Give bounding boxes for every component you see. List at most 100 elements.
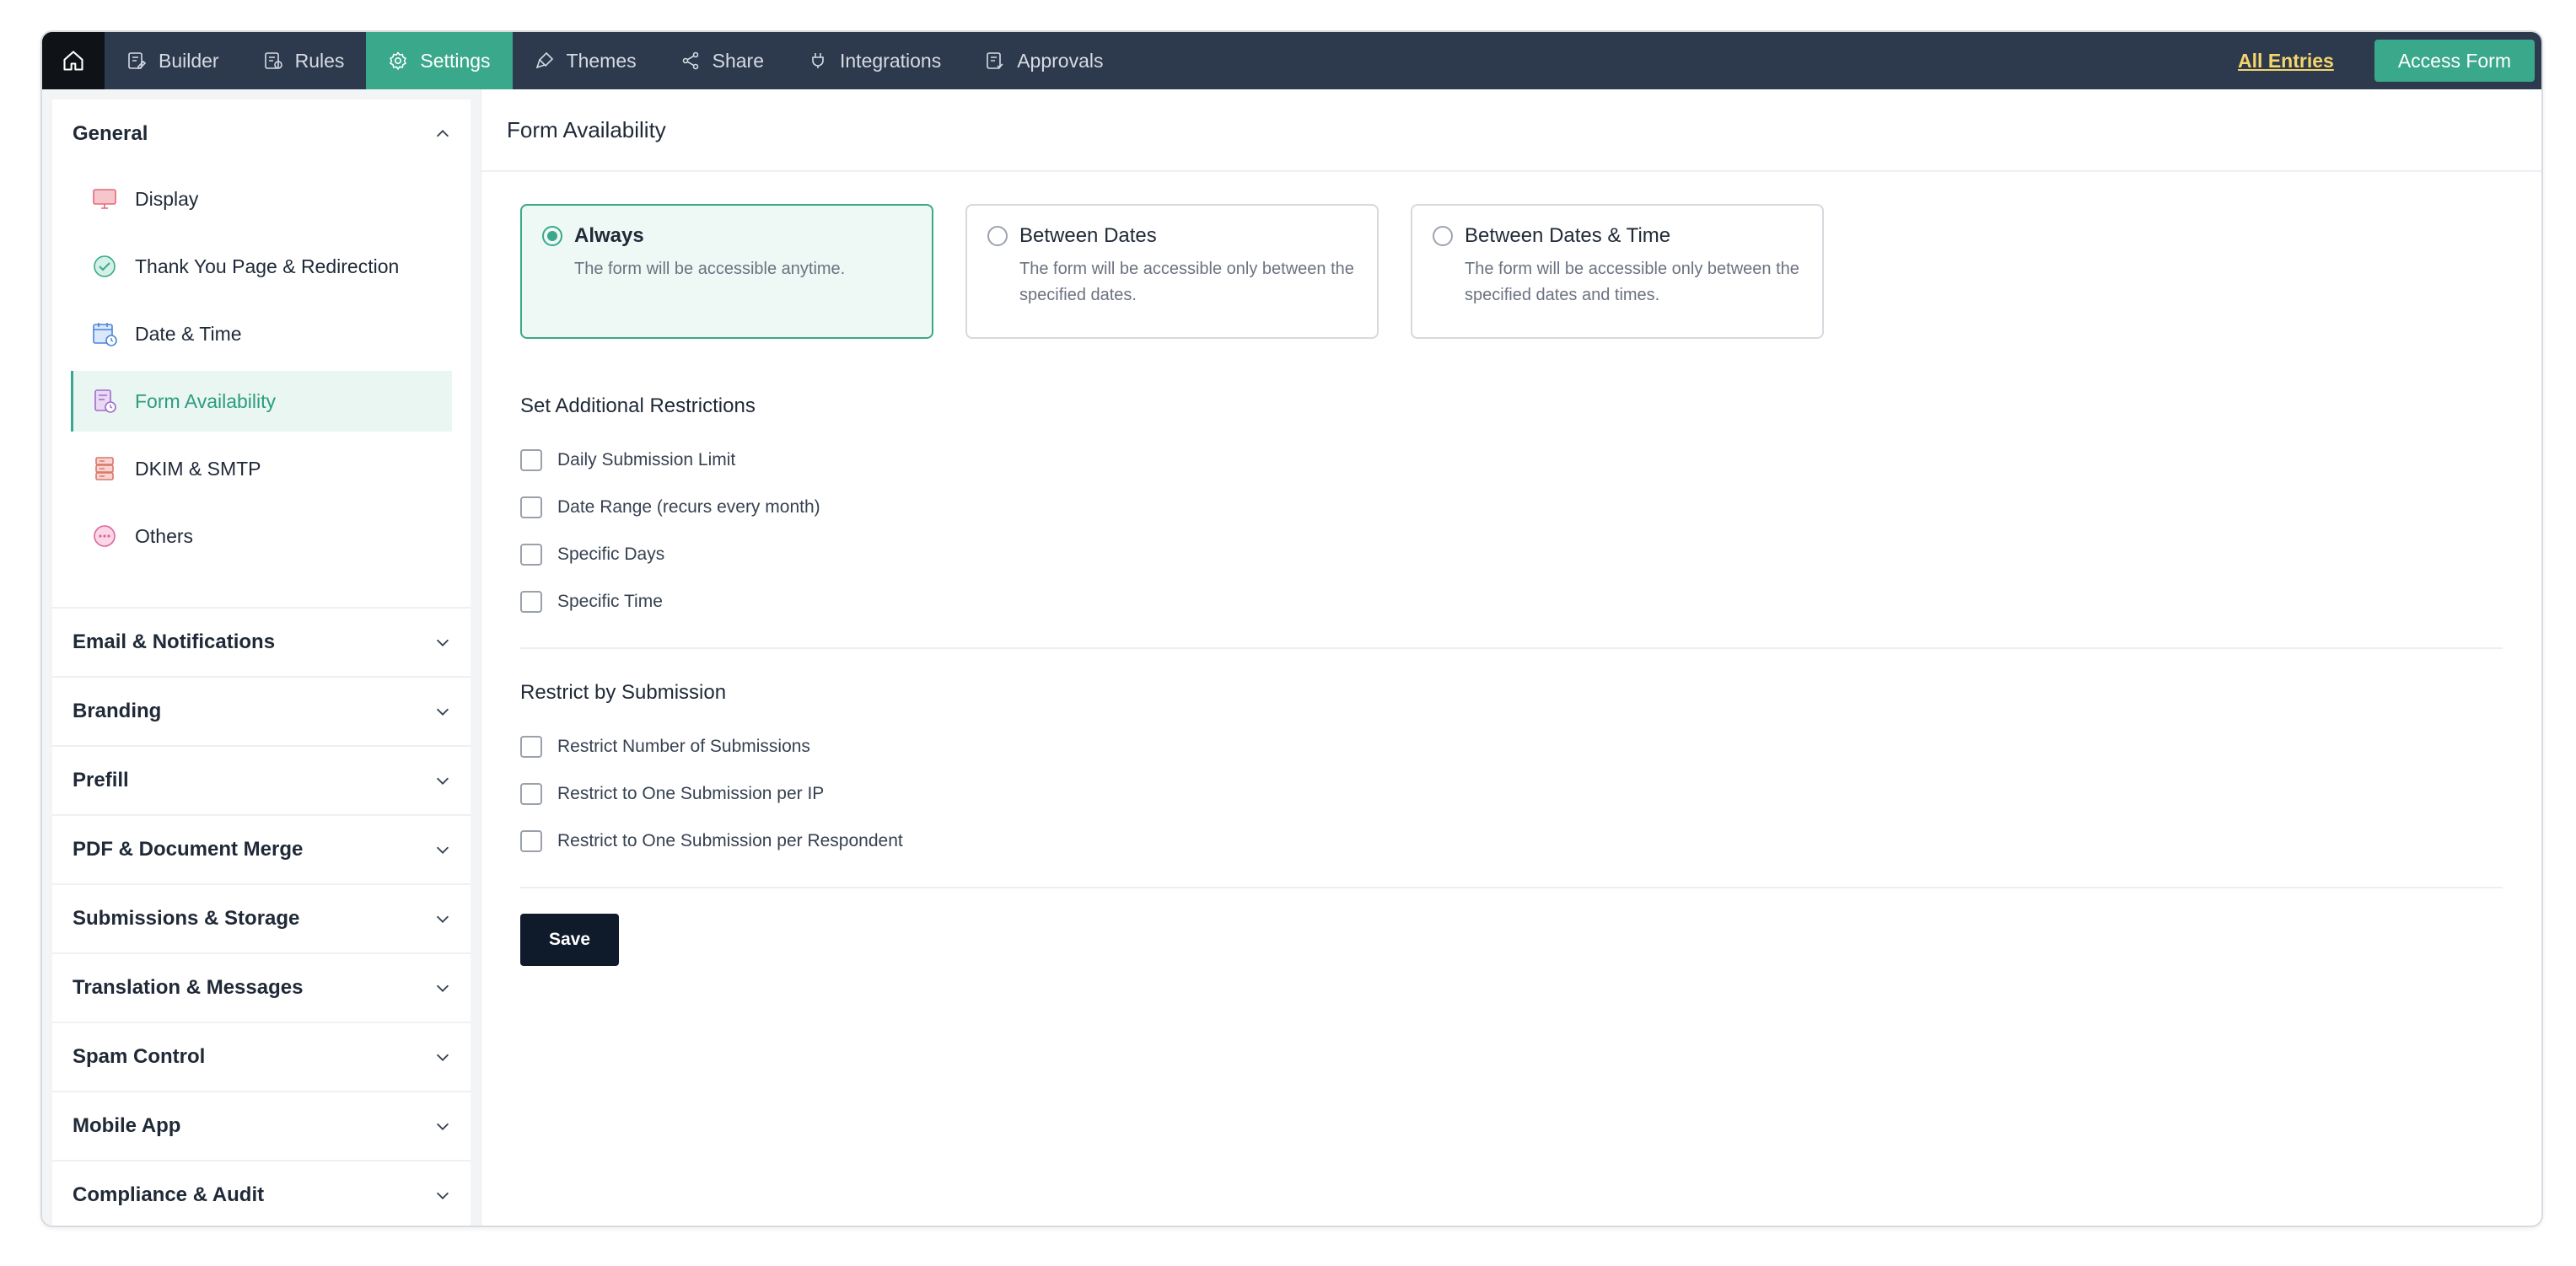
page-title: Form Availability bbox=[507, 116, 666, 142]
date-range-checkbox[interactable] bbox=[520, 496, 542, 518]
share-icon bbox=[682, 51, 698, 70]
main-header: Form Availability bbox=[481, 89, 2541, 172]
check-circle-icon bbox=[94, 255, 116, 277]
sidebar-section-translation-messages[interactable]: Translation & Messages bbox=[52, 952, 471, 1022]
sidebar-section-title: General bbox=[73, 122, 148, 145]
daily-submission-limit-option[interactable]: Daily Submission Limit bbox=[520, 437, 2503, 484]
sidebar-section-title: Spam Control bbox=[73, 1045, 206, 1068]
one-per-respondent-option[interactable]: Restrict to One Submission per Responden… bbox=[520, 818, 2503, 865]
tab-integrations[interactable]: Integrations bbox=[786, 32, 963, 89]
availability-option-always[interactable]: Always The form will be accessible anyti… bbox=[520, 204, 933, 339]
one-per-ip-option[interactable]: Restrict to One Submission per IP bbox=[520, 770, 2503, 818]
specific-time-option[interactable]: Specific Time bbox=[520, 578, 2503, 625]
tab-share[interactable]: Share bbox=[659, 32, 786, 89]
restrict-number-option[interactable]: Restrict Number of Submissions bbox=[520, 723, 2503, 770]
form-availability-content: Always The form will be accessible anyti… bbox=[520, 204, 2503, 966]
sidebar-item-label: Thank You Page & Redirection bbox=[135, 255, 400, 277]
sidebar-section-spam-control[interactable]: Spam Control bbox=[52, 1022, 471, 1091]
sidebar-section-title: Translation & Messages bbox=[73, 976, 304, 999]
tab-builder[interactable]: Builder bbox=[105, 32, 241, 89]
tab-settings[interactable]: Settings bbox=[366, 32, 513, 89]
checkbox-label: Daily Submission Limit bbox=[557, 450, 736, 469]
sidebar-section-mobile-app[interactable]: Mobile App bbox=[52, 1091, 471, 1160]
option-header: Between Dates & Time bbox=[1433, 224, 1802, 248]
specific-time-checkbox[interactable] bbox=[520, 591, 542, 613]
between-dates-radio[interactable] bbox=[987, 226, 1008, 246]
builder-icon bbox=[128, 52, 147, 69]
section-divider bbox=[520, 647, 2503, 649]
access-form-button[interactable]: Access Form bbox=[2374, 40, 2535, 82]
gear-icon bbox=[390, 51, 407, 71]
one-per-respondent-checkbox[interactable] bbox=[520, 830, 542, 852]
tab-themes[interactable]: Themes bbox=[513, 32, 659, 89]
tab-approvals-label: Approvals bbox=[1017, 49, 1104, 72]
sidebar-section-submissions-storage[interactable]: Submissions & Storage bbox=[52, 883, 471, 952]
sidebar-section-general[interactable]: General bbox=[52, 99, 471, 169]
topbar-actions: All Entries Access Form bbox=[2238, 32, 2541, 89]
general-items: Display Thank You Page & Redirection Dat… bbox=[52, 169, 471, 607]
restrict-by-submission-title: Restrict by Submission bbox=[520, 681, 727, 704]
sidebar-section-email-notifications[interactable]: Email & Notifications bbox=[52, 607, 471, 676]
tab-approvals[interactable]: Approvals bbox=[963, 32, 1125, 89]
sidebar-section-title: Branding bbox=[73, 700, 162, 722]
sidebar-item-thank-you-page[interactable]: Thank You Page & Redirection bbox=[71, 236, 452, 297]
option-title: Between Dates & Time bbox=[1465, 224, 1671, 247]
tab-rules[interactable]: Rules bbox=[241, 32, 367, 89]
availability-option-between-dates[interactable]: Between Dates The form will be accessibl… bbox=[965, 204, 1379, 339]
tab-settings-label: Settings bbox=[420, 49, 491, 72]
chevron-down-icon bbox=[436, 1192, 449, 1199]
sidebar-item-date-time[interactable]: Date & Time bbox=[71, 303, 452, 364]
sidebar-item-dkim-smtp[interactable]: DKIM & SMTP bbox=[71, 438, 452, 499]
main-tabs: Builder Rules Settings Themes Share Inte… bbox=[105, 32, 1125, 89]
sidebar-section-compliance-audit[interactable]: Compliance & Audit bbox=[52, 1160, 471, 1226]
sidebar-item-label: Others bbox=[135, 524, 194, 547]
sidebar-item-label: Display bbox=[135, 187, 199, 210]
date-range-option[interactable]: Date Range (recurs every month) bbox=[520, 484, 2503, 531]
settings-sidebar: General Display Thank You Page & Redirec… bbox=[52, 99, 471, 1226]
availability-option-between-dates-time[interactable]: Between Dates & Time The form will be ac… bbox=[1411, 204, 1824, 339]
home-icon bbox=[63, 51, 83, 71]
always-radio[interactable] bbox=[542, 226, 562, 246]
sidebar-section-title: PDF & Document Merge bbox=[73, 838, 304, 861]
sidebar-item-form-availability[interactable]: Form Availability bbox=[71, 371, 452, 432]
specific-days-option[interactable]: Specific Days bbox=[520, 531, 2503, 578]
sidebar-section-title: Submissions & Storage bbox=[73, 907, 300, 930]
between-dates-time-radio[interactable] bbox=[1433, 226, 1453, 246]
sidebar-item-others[interactable]: Others bbox=[71, 506, 452, 566]
chevron-down-icon bbox=[436, 915, 449, 923]
app-window: Builder Rules Settings Themes Share Inte… bbox=[40, 30, 2543, 1227]
section-divider bbox=[520, 887, 2503, 888]
chevron-down-icon bbox=[436, 639, 449, 646]
checkbox-label: Specific Time bbox=[557, 592, 663, 611]
rules-icon bbox=[264, 52, 282, 69]
sidebar-item-label: Form Availability bbox=[135, 389, 277, 412]
save-button[interactable]: Save bbox=[520, 914, 620, 966]
chevron-down-icon bbox=[436, 846, 449, 854]
option-title: Always bbox=[574, 224, 644, 247]
sidebar-section-branding[interactable]: Branding bbox=[52, 676, 471, 745]
sidebar-section-prefill[interactable]: Prefill bbox=[52, 745, 471, 814]
sidebar-item-label: DKIM & SMTP bbox=[135, 457, 261, 480]
tab-integrations-label: Integrations bbox=[840, 49, 942, 72]
top-nav-bar: Builder Rules Settings Themes Share Inte… bbox=[42, 32, 2541, 89]
sidebar-section-title: Email & Notifications bbox=[73, 630, 276, 653]
additional-restrictions-title: Set Additional Restrictions bbox=[520, 394, 756, 417]
sidebar-section-title: Mobile App bbox=[73, 1114, 181, 1137]
chevron-down-icon bbox=[436, 1054, 449, 1061]
sidebar-section-pdf-document-merge[interactable]: PDF & Document Merge bbox=[52, 814, 471, 883]
tab-builder-label: Builder bbox=[159, 49, 219, 72]
sidebar-section-title: Prefill bbox=[73, 769, 129, 791]
sidebar-container: General Display Thank You Page & Redirec… bbox=[42, 89, 481, 1226]
daily-submission-limit-checkbox[interactable] bbox=[520, 449, 542, 471]
one-per-ip-checkbox[interactable] bbox=[520, 783, 542, 805]
tab-themes-label: Themes bbox=[566, 49, 637, 72]
sidebar-item-display[interactable]: Display bbox=[71, 169, 452, 229]
availability-options: Always The form will be accessible anyti… bbox=[520, 204, 2503, 339]
checkbox-label: Restrict Number of Submissions bbox=[557, 737, 810, 756]
restrict-number-checkbox[interactable] bbox=[520, 736, 542, 758]
specific-days-checkbox[interactable] bbox=[520, 544, 542, 566]
home-button[interactable] bbox=[42, 32, 105, 89]
brush-icon bbox=[535, 51, 553, 69]
all-entries-link[interactable]: All Entries bbox=[2238, 50, 2334, 72]
checkbox-label: Restrict to One Submission per Responden… bbox=[557, 831, 903, 850]
